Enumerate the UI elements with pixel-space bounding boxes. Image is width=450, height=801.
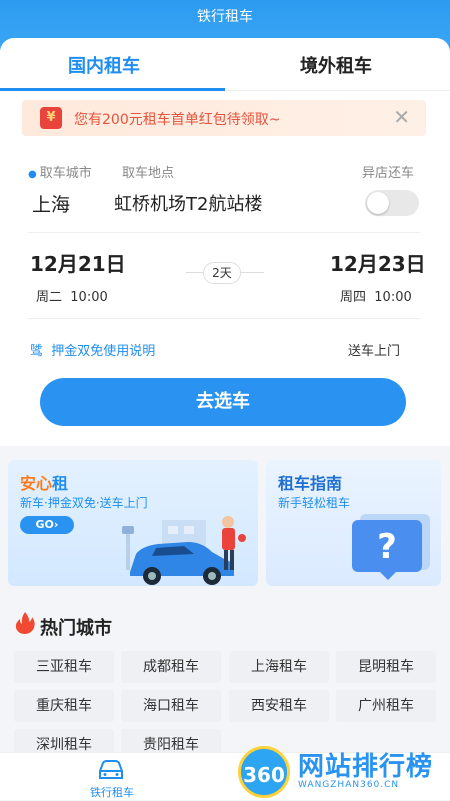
- pickup-place[interactable]: 虹桥机场T2航站楼: [114, 190, 262, 216]
- deposit-info-link[interactable]: 骘 押金双免使用说明: [30, 340, 155, 359]
- promo-banner[interactable]: ¥ 您有200元租车首单红包待领取~ ✕: [22, 100, 426, 136]
- watermark: 360 网站排行榜 WANGZHAN360.CN: [232, 742, 450, 800]
- city-button[interactable]: 海口租车: [121, 690, 221, 722]
- tab-divider: [225, 90, 450, 91]
- red-packet-icon: ¥: [40, 107, 62, 129]
- end-time[interactable]: 周四 10:00: [340, 286, 412, 305]
- toggle-knob: [367, 192, 389, 214]
- city-button[interactable]: 上海租车: [229, 651, 329, 683]
- car-illustration: [122, 516, 246, 585]
- city-button[interactable]: 广州租车: [336, 690, 436, 722]
- fire-icon: [15, 612, 35, 634]
- divider: [28, 318, 420, 319]
- banner-left-title: 安心租: [20, 474, 69, 493]
- banner-right-title: 租车指南: [278, 474, 343, 493]
- tab-bar: 国内租车 境外租车: [0, 38, 450, 91]
- select-car-button[interactable]: 去选车: [40, 378, 406, 426]
- car-icon[interactable]: [96, 759, 126, 781]
- watermark-logo: 360: [238, 746, 290, 798]
- duration-badge: 2天: [203, 262, 241, 284]
- close-icon[interactable]: ✕: [393, 105, 410, 129]
- delivery-option[interactable]: 送车上门: [348, 340, 400, 359]
- diff-return-toggle[interactable]: [365, 190, 419, 216]
- app-title: 铁行租车: [197, 9, 253, 25]
- tab-underline: [0, 88, 225, 91]
- hot-cities-title: 热门城市: [40, 618, 112, 639]
- anxin-rent-banner[interactable]: 安心租 新车·押金双免·送车上门 GO›: [8, 460, 258, 586]
- banner-left-subtitle: 新车·押金双免·送车上门: [20, 496, 148, 510]
- pickup-city[interactable]: 上海: [32, 190, 70, 217]
- start-time[interactable]: 周二 10:00: [36, 286, 108, 305]
- watermark-text: 网站排行榜: [298, 752, 434, 782]
- dot-icon: ●: [28, 169, 37, 180]
- tab-domestic[interactable]: 国内租车: [68, 52, 140, 78]
- city-button[interactable]: 三亚租车: [14, 651, 114, 683]
- city-button[interactable]: 重庆租车: [14, 690, 114, 722]
- diff-return-label: 异店还车: [362, 166, 415, 181]
- deposit-icon: 骘: [30, 344, 44, 359]
- rent-guide-banner[interactable]: 租车指南 新手轻松租车 ?: [266, 460, 441, 586]
- end-date[interactable]: 12月23日: [330, 248, 426, 277]
- city-button[interactable]: 昆明租车: [336, 651, 436, 683]
- question-icon: ?: [352, 514, 430, 580]
- tab-overseas[interactable]: 境外租车: [300, 52, 372, 78]
- city-button[interactable]: 西安租车: [229, 690, 329, 722]
- svg-text:?: ?: [377, 527, 397, 567]
- pickup-city-label: ● 取车城市: [28, 166, 92, 181]
- city-button[interactable]: 成都租车: [121, 651, 221, 683]
- go-button[interactable]: GO›: [20, 516, 74, 534]
- banner-right-subtitle: 新手轻松租车: [278, 496, 351, 510]
- nav-label-home[interactable]: 铁行租车: [90, 784, 134, 800]
- start-date[interactable]: 12月21日: [30, 248, 126, 277]
- promo-text[interactable]: 您有200元租车首单红包待领取~: [74, 109, 280, 129]
- watermark-url: WANGZHAN360.CN: [298, 780, 400, 790]
- pickup-place-label: 取车地点: [122, 166, 175, 181]
- booking-card: 国内租车 境外租车 ¥ 您有200元租车首单红包待领取~ ✕ ● 取车城市 取车地…: [0, 38, 450, 446]
- divider: [28, 232, 420, 233]
